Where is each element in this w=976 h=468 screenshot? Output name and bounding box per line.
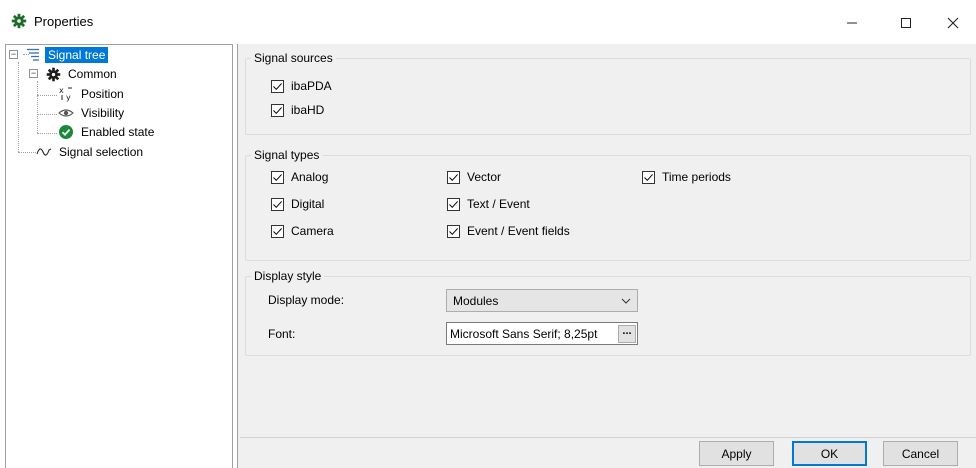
checkbox-analog[interactable]: Analog (271, 170, 328, 184)
checkbox-digital[interactable]: Digital (271, 197, 324, 211)
checkbox-box (271, 103, 284, 117)
checkmark-icon (273, 200, 282, 208)
tree-item-visibility[interactable]: Visibility (58, 104, 127, 122)
check-circle-icon (58, 124, 74, 140)
svg-text:x: x (59, 86, 64, 95)
tree-item-signal-tree[interactable]: Signal tree (25, 46, 109, 64)
checkbox-time-periods[interactable]: Time periods (642, 170, 731, 184)
checkbox-camera[interactable]: Camera (271, 224, 334, 238)
display-mode-label: Display mode: (268, 293, 345, 307)
display-mode-select[interactable]: Modules (446, 289, 638, 312)
checkbox-label: Digital (291, 197, 325, 211)
checkmark-icon (273, 82, 282, 90)
tree-item-enabled-state[interactable]: Enabled state (58, 123, 157, 141)
font-label: Font: (268, 327, 296, 341)
tree-connector (37, 81, 38, 133)
svg-text:y: y (66, 93, 71, 102)
signal-types-group (245, 155, 971, 261)
close-button[interactable] (931, 8, 975, 38)
maximize-icon (900, 13, 912, 34)
signal-sources-title: Signal sources (251, 51, 336, 65)
checkmark-icon (273, 173, 282, 181)
gear-icon (11, 13, 27, 29)
tree-item-position[interactable]: x y Position (58, 85, 127, 103)
apply-button[interactable]: Apply (699, 441, 774, 466)
checkmark-icon (449, 200, 458, 208)
checkbox-label: ibaPDA (291, 79, 332, 93)
checkbox-ibapda[interactable]: ibaPDA (271, 79, 332, 93)
signal-sources-group (245, 58, 971, 135)
ok-button[interactable]: OK (792, 441, 867, 466)
minimize-icon (846, 13, 858, 34)
signal-tree-icon (25, 47, 41, 63)
checkmark-icon (644, 173, 653, 181)
tree-item-label: Common (68, 67, 117, 81)
button-bar-separator (240, 437, 976, 438)
gear-icon (45, 66, 61, 82)
chevron-down-icon (621, 295, 631, 309)
checkbox-box (642, 170, 655, 184)
checkbox-label: Event / Event fields (467, 224, 570, 238)
collapse-toggle[interactable]: − (9, 50, 18, 59)
tree-item-signal-selection[interactable]: Signal selection (36, 143, 146, 161)
signal-tree-pane: − Signal tree − Common x y Position Visi… (5, 44, 233, 468)
checkmark-icon (449, 173, 458, 181)
checkbox-label: ibaHD (291, 103, 325, 117)
tree-item-label: Visibility (81, 106, 125, 120)
tree-connector (37, 133, 57, 134)
xy-position-icon: x y (58, 86, 74, 102)
checkbox-vector[interactable]: Vector (447, 170, 501, 184)
tree-connector (18, 152, 36, 153)
font-value: Microsoft Sans Serif; 8,25pt (450, 326, 598, 341)
cancel-button[interactable]: Cancel (883, 441, 958, 466)
tree-item-label: Signal selection (59, 145, 144, 159)
checkbox-label: Vector (467, 170, 502, 184)
display-style-title: Display style (251, 269, 325, 283)
checkbox-box (447, 224, 460, 238)
checkbox-box (271, 197, 284, 211)
collapse-toggle[interactable]: − (29, 69, 38, 78)
checkbox-label: Camera (291, 224, 334, 238)
window-title: Properties (34, 14, 94, 29)
checkbox-box (271, 224, 284, 238)
title-bar: Properties (0, 0, 976, 44)
maximize-button[interactable] (884, 8, 928, 38)
font-field[interactable]: Microsoft Sans Serif; 8,25pt (446, 322, 638, 345)
tree-item-label: Position (81, 87, 124, 101)
minimize-button[interactable] (830, 8, 874, 38)
checkmark-icon (449, 227, 458, 235)
tree-item-label: Enabled state (81, 125, 155, 139)
checkbox-label: Time periods (662, 170, 731, 184)
checkbox-text-event[interactable]: Text / Event (447, 197, 530, 211)
checkbox-label: Text / Event (467, 197, 530, 211)
tree-item-label: Signal tree (45, 47, 109, 63)
checkmark-icon (273, 106, 282, 114)
checkbox-box (271, 79, 284, 93)
checkbox-box (447, 170, 460, 184)
checkbox-box (271, 170, 284, 184)
tree-connector (37, 95, 57, 96)
signal-types-title: Signal types (251, 148, 323, 162)
display-mode-value: Modules (453, 293, 499, 308)
checkmark-icon (273, 227, 282, 235)
wave-icon (36, 144, 52, 160)
tree-item-common[interactable]: Common (45, 65, 120, 83)
checkbox-ibahd[interactable]: ibaHD (271, 103, 324, 117)
eye-icon (58, 105, 74, 121)
close-icon (947, 13, 959, 34)
checkbox-box (447, 197, 460, 211)
checkbox-event-fields[interactable]: Event / Event fields (447, 224, 570, 238)
tree-connector (18, 62, 19, 152)
font-browse-button[interactable]: ... (618, 325, 636, 343)
tree-connector (37, 114, 57, 115)
checkbox-label: Analog (291, 170, 329, 184)
